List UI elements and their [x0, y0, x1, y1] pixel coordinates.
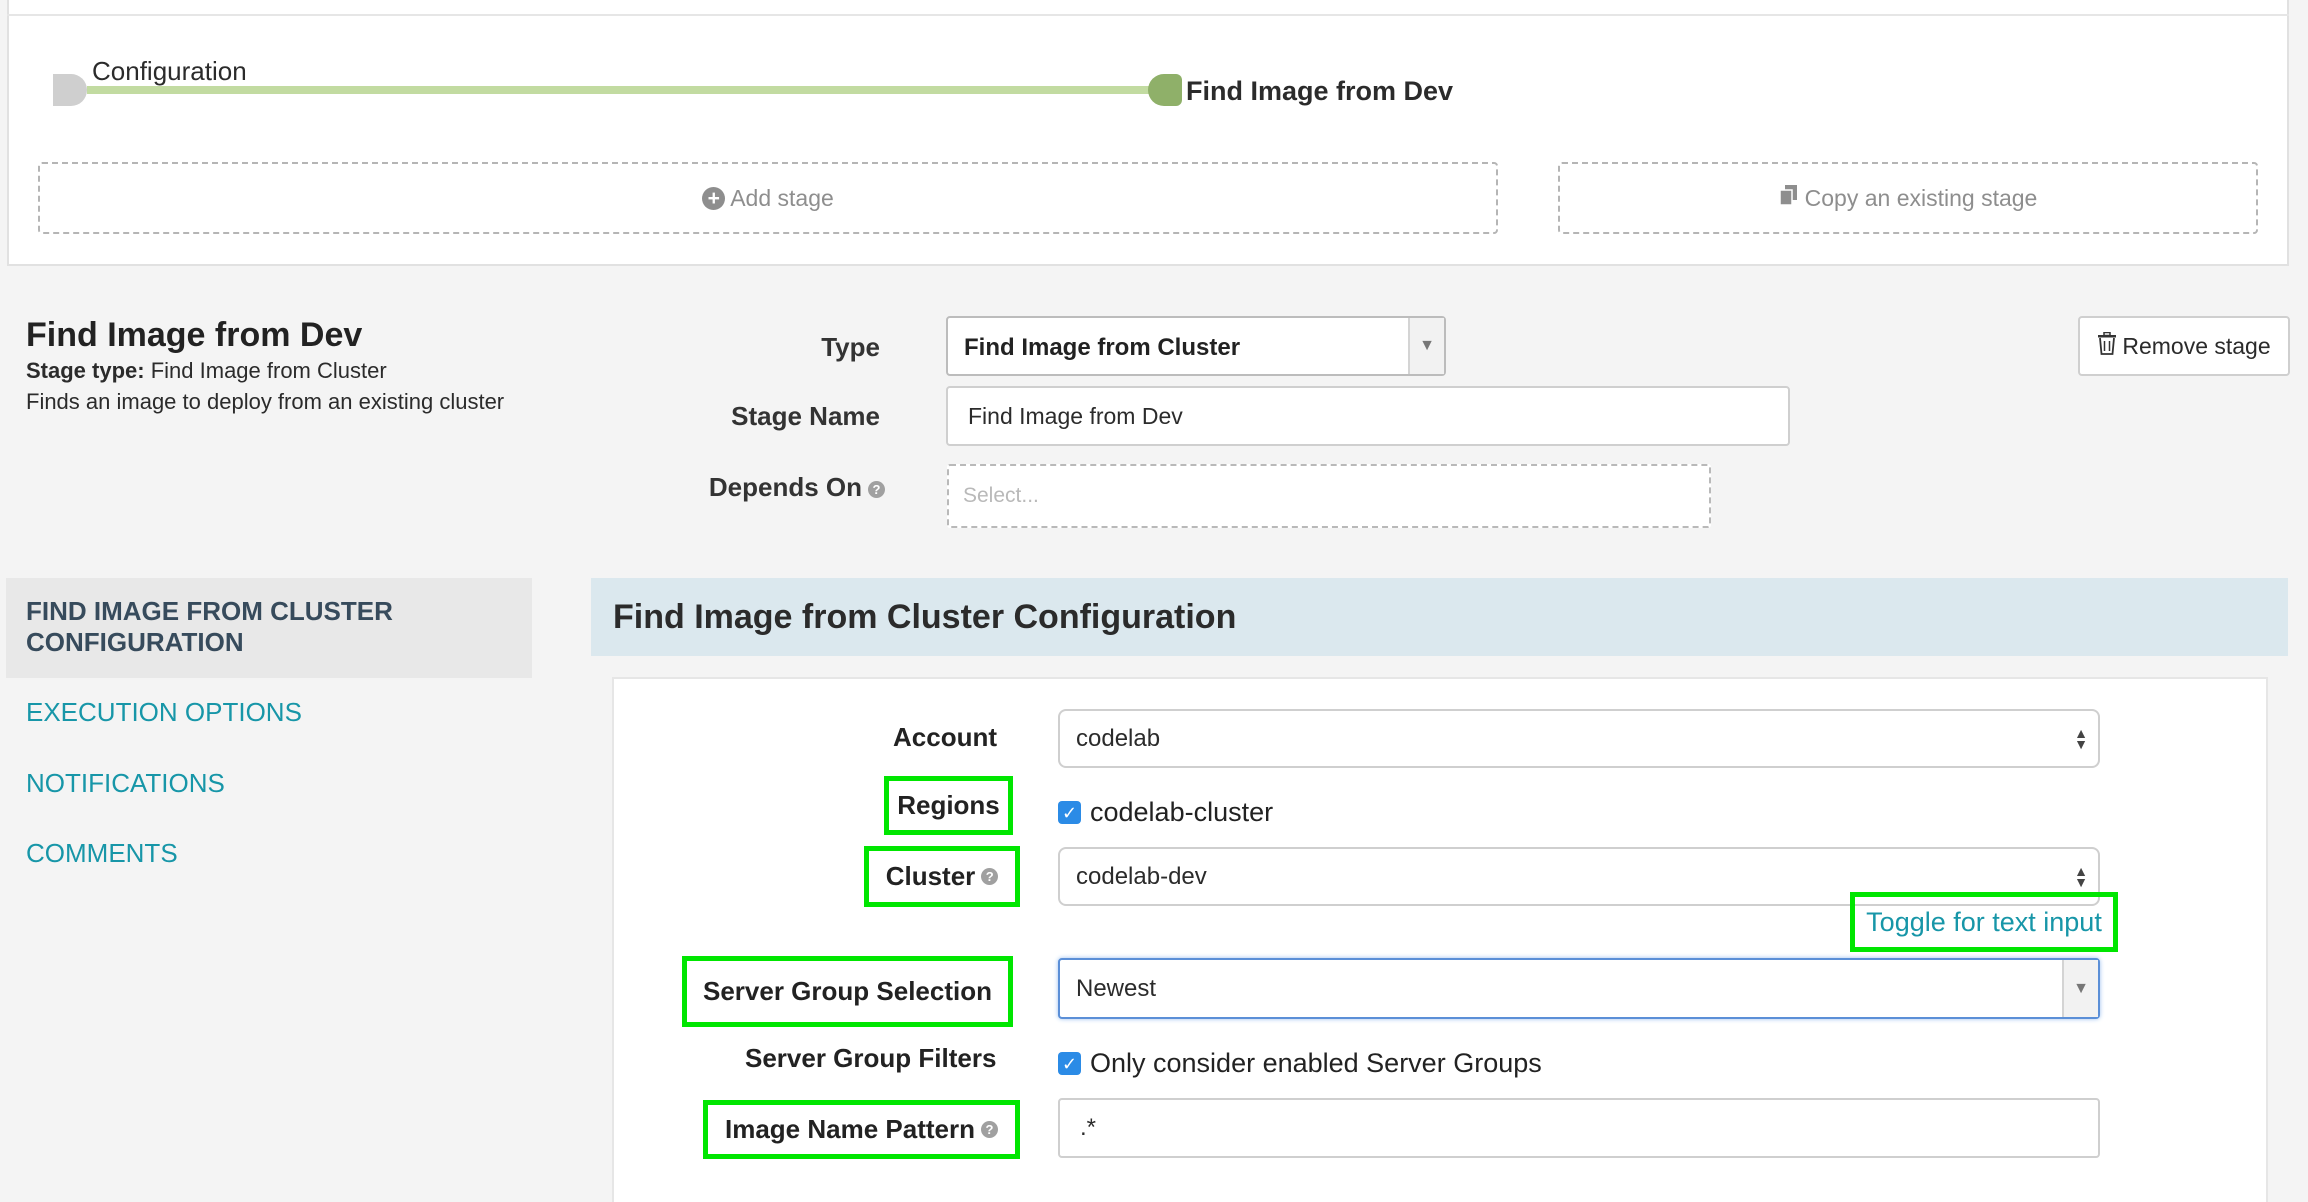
server-group-filters-label: Server Group Filters — [745, 1043, 997, 1073]
type-label: Type — [821, 332, 880, 362]
image-name-pattern-label: Image Name Pattern — [725, 1114, 975, 1144]
depends-on-label: Depends On? — [640, 472, 885, 503]
help-icon[interactable]: ? — [868, 480, 885, 498]
stage-type-value: Find Image from Cluster — [150, 358, 387, 383]
nav-item-comments[interactable]: COMMENTS — [26, 838, 178, 869]
nav-item-find-image-config[interactable]: FIND IMAGE FROM CLUSTER CONFIGURATION — [6, 578, 532, 678]
type-select[interactable]: Find Image from Cluster ▼ — [946, 316, 1446, 376]
depends-on-label-text: Depends On — [708, 472, 862, 502]
filter-checkbox-label: Only consider enabled Server Groups — [1090, 1048, 1542, 1078]
server-group-selection-value: Newest — [1076, 974, 1157, 1002]
server-group-selection-select[interactable]: Newest ▼ — [1058, 958, 2100, 1019]
pipeline-node-configuration[interactable] — [53, 74, 87, 106]
remove-stage-button[interactable]: Remove stage — [2078, 316, 2290, 376]
plus-circle-icon: + — [702, 186, 726, 210]
regions-label-highlight: Regions — [884, 776, 1013, 835]
checkbox-checked-icon[interactable]: ✓ — [1058, 801, 1081, 824]
region-checkbox-label: codelab-cluster — [1090, 797, 1274, 827]
image-name-pattern-label-highlight: Image Name Pattern? — [703, 1100, 1020, 1159]
copy-icon — [1778, 184, 1799, 212]
caret-down-icon[interactable]: ▼ — [1408, 318, 1444, 374]
server-group-selection-label: Server Group Selection — [703, 976, 992, 1006]
pipeline-node-configuration-label[interactable]: Configuration — [92, 56, 247, 87]
pipeline-node-find-image-label[interactable]: Find Image from Dev — [1186, 76, 1453, 107]
nav-item-execution-options[interactable]: EXECUTION OPTIONS — [26, 697, 302, 728]
pipeline-connector — [87, 86, 1149, 94]
depends-on-select[interactable]: Select... — [947, 464, 1711, 528]
help-icon[interactable]: ? — [981, 868, 999, 885]
stage-title: Find Image from Dev — [26, 316, 363, 354]
cluster-select-value: codelab-dev — [1076, 862, 1207, 890]
account-select[interactable]: codelab ▲ ▼ — [1058, 709, 2100, 768]
nav-item-label: FIND IMAGE FROM CLUSTER CONFIGURATION — [26, 596, 393, 657]
regions-label: Regions — [897, 790, 1000, 820]
type-select-value: Find Image from Cluster — [964, 334, 1241, 361]
stage-type-prefix: Stage type: — [26, 358, 145, 383]
cluster-label: Cluster — [885, 861, 976, 891]
region-checkbox-row[interactable]: ✓ codelab-cluster — [1058, 797, 1273, 828]
server-group-selection-label-highlight: Server Group Selection — [682, 956, 1013, 1027]
pipeline-node-find-image[interactable] — [1148, 74, 1182, 106]
copy-stage-button[interactable]: Copy an existing stage — [1558, 162, 2258, 234]
account-label: Account — [893, 722, 997, 752]
add-stage-label: Add stage — [730, 184, 834, 211]
account-select-value: codelab — [1076, 724, 1161, 752]
filter-checkbox-row[interactable]: ✓ Only consider enabled Server Groups — [1058, 1048, 1542, 1079]
toggle-text-input-highlight: Toggle for text input — [1850, 892, 2118, 952]
divider — [7, 14, 2289, 16]
help-icon[interactable]: ? — [980, 1121, 998, 1138]
stage-name-label: Stage Name — [731, 401, 880, 431]
checkbox-checked-icon[interactable]: ✓ — [1058, 1052, 1081, 1075]
toggle-text-input-link[interactable]: Toggle for text input — [1866, 907, 2102, 938]
copy-stage-label: Copy an existing stage — [1804, 184, 2038, 211]
trash-icon — [2097, 331, 2117, 361]
stage-name-input[interactable]: Find Image from Dev — [946, 386, 1790, 446]
add-stage-button[interactable]: + Add stage — [38, 162, 1498, 234]
remove-stage-label: Remove stage — [2122, 332, 2271, 359]
stage-description: Finds an image to deploy from an existin… — [26, 389, 505, 414]
cluster-label-highlight: Cluster? — [864, 846, 1020, 907]
nav-item-notifications[interactable]: NOTIFICATIONS — [26, 768, 225, 799]
stage-type: Stage type: Find Image from Cluster — [26, 358, 387, 384]
sort-updown-icon: ▲ ▼ — [2074, 724, 2088, 752]
image-name-pattern-input[interactable]: .* — [1058, 1098, 2100, 1158]
sort-updown-icon: ▲ ▼ — [2074, 862, 2088, 890]
caret-down-icon[interactable]: ▼ — [2062, 960, 2098, 1017]
section-header: Find Image from Cluster Configuration — [591, 578, 2288, 656]
